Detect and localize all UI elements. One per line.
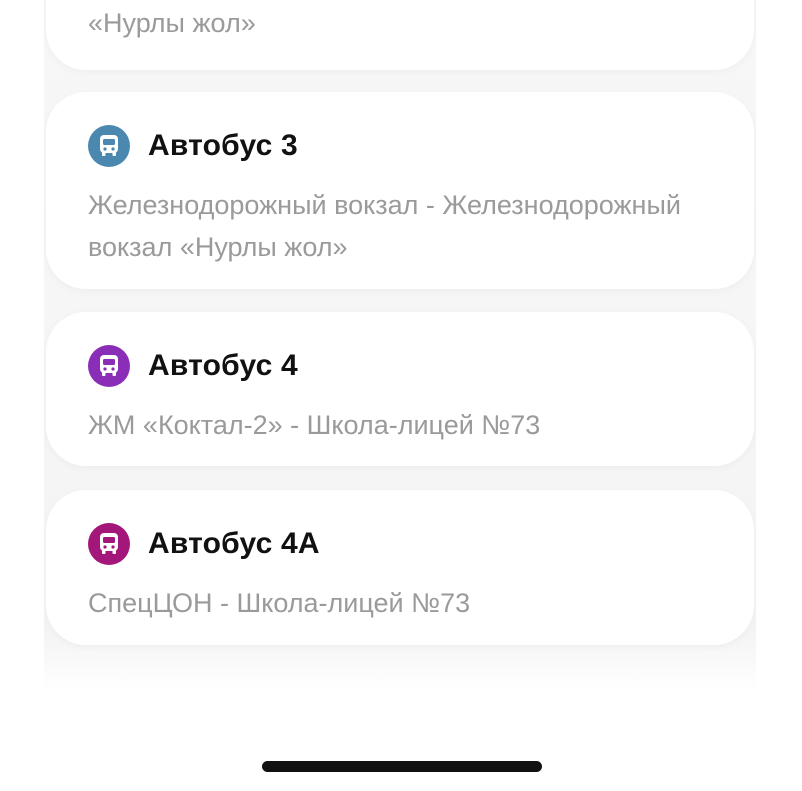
- route-title: Автобус 4: [148, 349, 298, 382]
- route-card[interactable]: Автобус 3 Железнодорожный вокзал - Желез…: [46, 92, 754, 289]
- screen: «Нурлы жол» Автобус 3 Железнодорожный во…: [0, 0, 802, 791]
- bus-icon: [88, 523, 130, 565]
- route-card[interactable]: «Нурлы жол»: [46, 0, 754, 70]
- home-indicator[interactable]: [262, 761, 542, 772]
- route-card[interactable]: Автобус 4А СпецЦОН - Школа-лицей №73: [46, 490, 754, 645]
- route-header: Автобус 4А: [88, 522, 320, 566]
- bus-icon: [88, 345, 130, 387]
- route-title: Автобус 3: [148, 129, 298, 162]
- route-description: «Нурлы жол»: [88, 8, 256, 38]
- route-card[interactable]: Автобус 4 ЖМ «Коктал-2» - Школа-лицей №7…: [46, 312, 754, 466]
- route-header: Автобус 4: [88, 344, 298, 388]
- route-description: Железнодорожный вокзал - Железнодорожный…: [88, 190, 681, 262]
- route-title: Автобус 4А: [148, 527, 320, 560]
- route-description: ЖМ «Коктал-2» - Школа-лицей №73: [88, 410, 541, 440]
- bus-icon: [88, 125, 130, 167]
- route-description: СпецЦОН - Школа-лицей №73: [88, 588, 471, 618]
- route-header: Автобус 3: [88, 124, 298, 168]
